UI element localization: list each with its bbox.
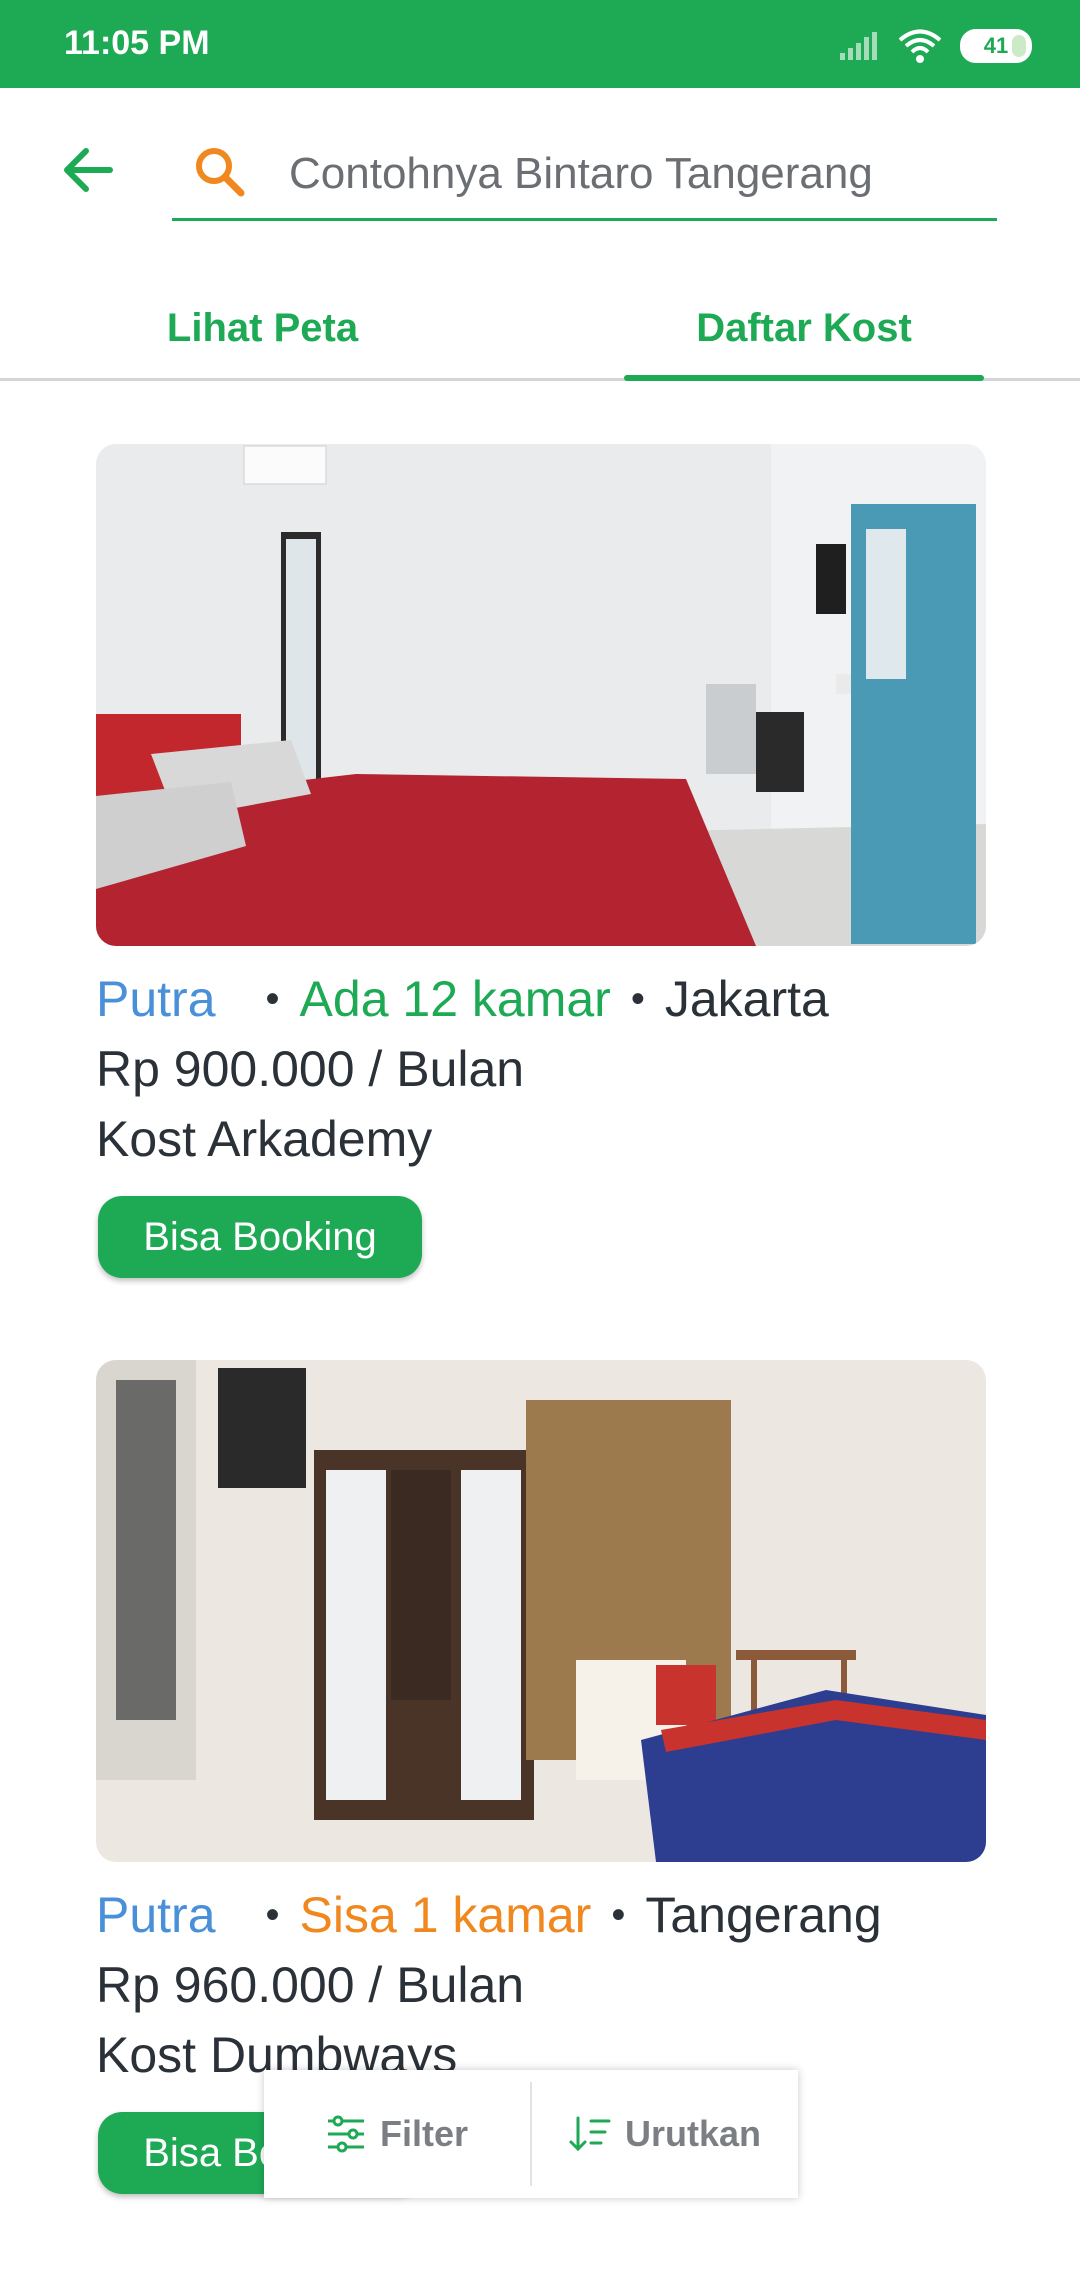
listing-availability: Ada 12 kamar: [299, 971, 611, 1027]
app-bar: [0, 88, 1080, 278]
search-input[interactable]: [287, 138, 981, 210]
separator-dot: •: [265, 1892, 280, 1937]
filter-label: Filter: [379, 2113, 468, 2154]
listing-photo[interactable]: [96, 444, 986, 946]
listing-gender: Putra: [96, 971, 216, 1027]
sort-label: Urutkan: [624, 2113, 762, 2154]
wifi-icon: [898, 29, 942, 63]
listing-name[interactable]: Kost Arkademy: [96, 1110, 432, 1168]
sliders-icon: [327, 2115, 364, 2153]
status-time: 11:05 PM: [64, 24, 210, 62]
battery-icon: 41: [960, 29, 1032, 63]
listing-price: Rp 900.000 / Bulan: [96, 1041, 525, 1097]
listing-city: Jakarta: [664, 971, 829, 1027]
filter-button[interactable]: Filter: [264, 2070, 530, 2198]
tab-bar: Lihat Peta Daftar Kost: [0, 278, 1080, 381]
status-icons: 41: [838, 26, 1032, 66]
tab-lihat-peta[interactable]: Lihat Peta: [60, 278, 465, 378]
listing-photo[interactable]: [96, 1360, 986, 1862]
tab-daftar-kost[interactable]: Daftar Kost: [624, 278, 984, 381]
listing-city: Tangerang: [645, 1887, 882, 1943]
signal-icon: [840, 32, 877, 60]
listing-gender: Putra: [96, 1887, 216, 1943]
filter-sort-bar: Filter Urutkan: [264, 2070, 798, 2198]
listing-availability: Sisa 1 kamar: [299, 1887, 592, 1943]
listing-price: Rp 960.000 / Bulan: [96, 1957, 525, 2013]
sort-icon: [569, 2116, 611, 2152]
back-arrow-icon[interactable]: [56, 138, 120, 202]
separator-dot: •: [630, 976, 645, 1021]
listing-meta: Putra • Sisa 1 kamar • Tangerang: [96, 1880, 986, 1950]
sort-button[interactable]: Urutkan: [532, 2070, 798, 2198]
status-bar: 11:05 PM 41: [0, 0, 1080, 88]
battery-level: 41: [983, 33, 1009, 58]
separator-dot: •: [611, 1892, 626, 1937]
search-bar[interactable]: [172, 128, 997, 221]
bisa-booking-button[interactable]: Bisa Booking: [98, 1196, 422, 1278]
search-icon: [196, 148, 245, 197]
separator-dot: •: [265, 976, 280, 1021]
listing-meta: Putra • Ada 12 kamar • Jakarta: [96, 964, 986, 1034]
